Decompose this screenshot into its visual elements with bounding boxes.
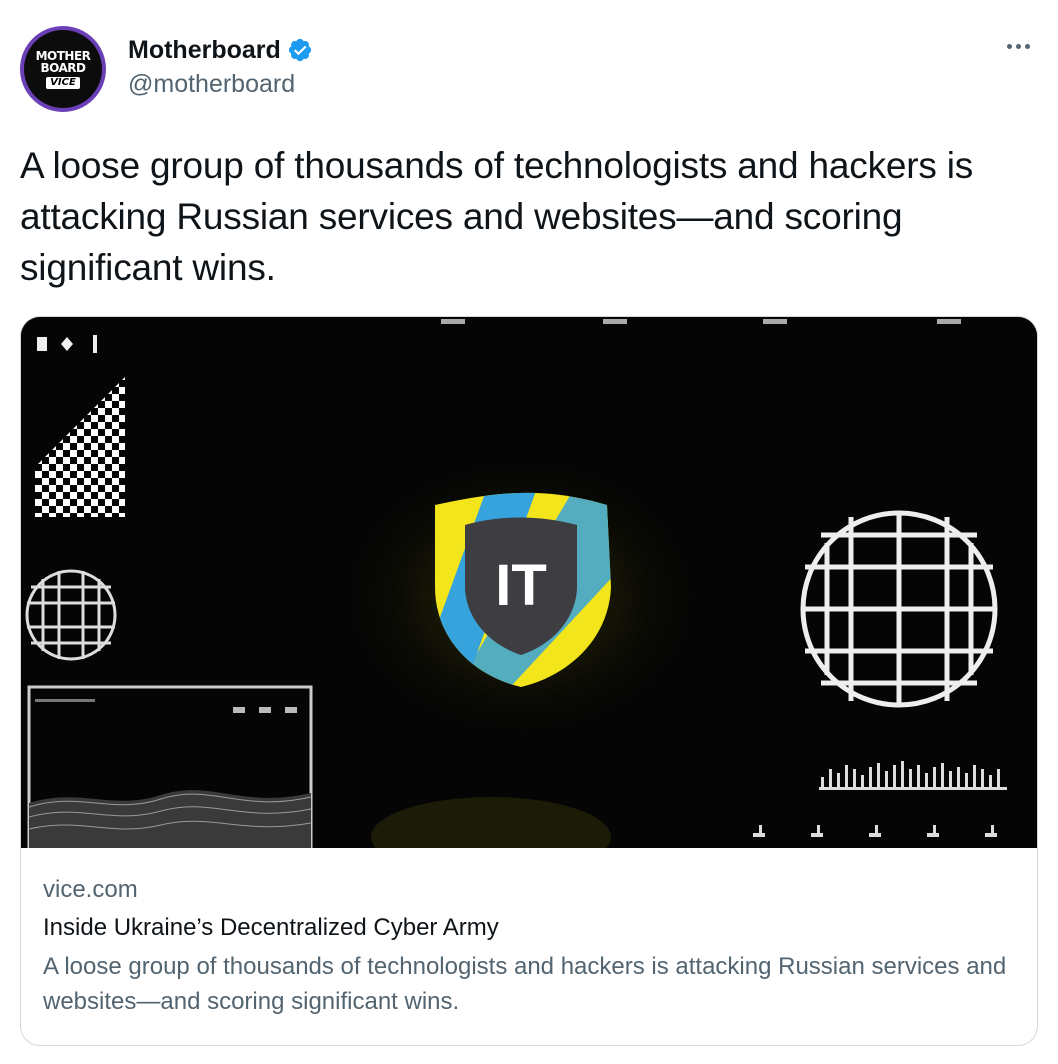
author-names: Motherboard @motherboard <box>128 34 313 99</box>
large-globe <box>800 510 998 708</box>
display-name[interactable]: Motherboard <box>128 36 281 65</box>
avatar-logo-line3: VICE <box>46 76 80 89</box>
handle[interactable]: @motherboard <box>128 70 313 99</box>
tweet-text: A loose group of thousands of technologi… <box>20 145 974 288</box>
shield-label: IT <box>495 553 547 618</box>
card-domain: vice.com <box>43 876 138 903</box>
more-options-icon[interactable] <box>1002 38 1034 54</box>
more-dot <box>1024 43 1030 49</box>
avatar-logo-line1: MOTHER <box>35 48 91 63</box>
card-image-art: IT <box>21 317 1037 848</box>
avatar-logo-line2: BOARD <box>40 60 86 75</box>
card-title: Inside Ukraine’s Decentralized Cyber Arm… <box>43 914 499 941</box>
avatar[interactable]: MOTHER BOARD VICE <box>20 26 106 112</box>
card-body: vice.com Inside Ukraine’s Decentralized … <box>43 873 1023 1019</box>
card-image[interactable]: IT <box>21 317 1037 848</box>
display-name-row: Motherboard <box>128 34 313 66</box>
card-description: A loose group of thousands of technologi… <box>43 953 1007 1015</box>
link-card[interactable]: IT vice.com Inside Ukraine’s Decentraliz… <box>20 316 1038 1046</box>
more-dot <box>1015 43 1021 49</box>
more-dot <box>1006 43 1012 49</box>
verified-badge-icon <box>288 38 311 62</box>
avatar-logo: MOTHER BOARD VICE <box>24 30 102 108</box>
tweet-header: MOTHER BOARD VICE Motherboard @motherboa… <box>20 26 1038 116</box>
